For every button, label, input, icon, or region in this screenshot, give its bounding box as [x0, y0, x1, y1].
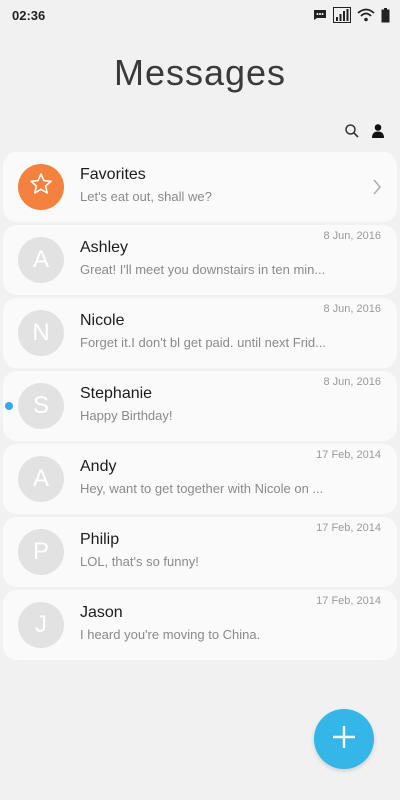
contacts-icon[interactable] [370, 123, 386, 139]
battery-icon [381, 7, 390, 23]
status-time: 02:36 [12, 7, 46, 23]
conversation-row[interactable]: N Nicole Forget it.I don't bl get paid. … [3, 298, 397, 368]
thread-name: Andy [80, 458, 117, 475]
thread-name: Philip [80, 531, 120, 548]
conversation-row[interactable]: P Philip LOL, that's so funny! 17 Feb, 2… [3, 517, 397, 587]
thread-date: 17 Feb, 2014 [316, 595, 381, 607]
thread-date: 8 Jun, 2016 [323, 230, 382, 242]
thread-snippet: Happy Birthday! [80, 408, 173, 423]
avatar: A [18, 237, 64, 283]
unread-indicator [5, 402, 13, 410]
compose-button[interactable] [314, 709, 374, 769]
favorites-avatar [18, 164, 64, 210]
header-actions [344, 123, 386, 139]
thread-name: Stephanie [80, 385, 153, 402]
thread-snippet: Hey, want to get together with Nicole on… [80, 481, 324, 496]
thread-snippet: I heard you're moving to China. [80, 627, 261, 642]
thread-date: 17 Feb, 2014 [316, 522, 381, 534]
chevron-right-icon [371, 177, 383, 197]
search-icon[interactable] [344, 123, 360, 139]
favorites-row[interactable]: Favorites Let's eat out, shall we? [3, 152, 397, 222]
thread-snippet: LOL, that's so funny! [80, 554, 199, 569]
thread-name: Jason [80, 604, 123, 621]
thread-snippet: Let's eat out, shall we? [80, 189, 212, 204]
thread-date: 17 Feb, 2014 [316, 449, 381, 461]
conversation-row[interactable]: A Ashley Great! I'll meet you downstairs… [3, 225, 397, 295]
thread-name: Favorites [80, 166, 146, 183]
conversation-row[interactable]: J Jason I heard you're moving to China. … [3, 590, 397, 660]
signal-icon [333, 7, 351, 23]
status-icons [313, 7, 390, 23]
wifi-icon [357, 8, 375, 22]
conversation-list: Favorites Let's eat out, shall we? A Ash… [3, 152, 397, 660]
status-bar: 02:36 [0, 0, 400, 30]
avatar: A [18, 456, 64, 502]
thread-snippet: Great! I'll meet you downstairs in ten m… [80, 262, 326, 277]
avatar: S [18, 383, 64, 429]
message-notification-icon [313, 9, 327, 21]
star-icon [29, 172, 53, 203]
avatar: J [18, 602, 64, 648]
thread-snippet: Forget it.I don't bl get paid. until nex… [80, 335, 326, 350]
plus-icon [331, 724, 357, 755]
page-title: Messages [113, 52, 287, 93]
avatar: N [18, 310, 64, 356]
thread-name: Ashley [80, 239, 129, 256]
conversation-row[interactable]: S Stephanie Happy Birthday! 8 Jun, 2016 [3, 371, 397, 441]
conversation-row[interactable]: A Andy Hey, want to get together with Ni… [3, 444, 397, 514]
thread-date: 8 Jun, 2016 [323, 303, 382, 315]
thread-name: Nicole [80, 312, 125, 329]
avatar: P [18, 529, 64, 575]
thread-date: 8 Jun, 2016 [323, 376, 382, 388]
